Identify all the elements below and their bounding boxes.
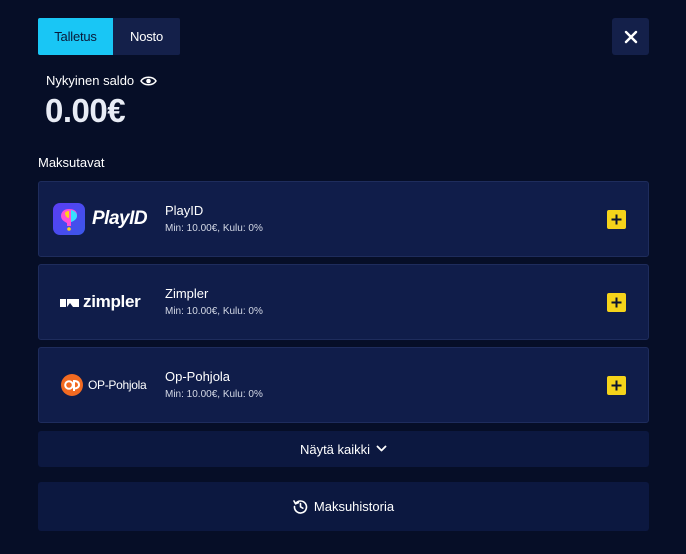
chevron-down-icon (376, 445, 387, 452)
tab-talletus[interactable]: Talletus (38, 18, 113, 55)
balance-label: Nykyinen saldo (46, 73, 135, 88)
op-logo-text: OP-Pohjola (88, 378, 147, 392)
payment-method-name: Zimpler (165, 286, 209, 301)
payment-history-button[interactable]: Maksuhistoria (38, 482, 649, 531)
close-button[interactable] (612, 18, 649, 55)
plus-icon (611, 380, 622, 391)
tab-bar: Talletus Nosto (38, 18, 180, 55)
plus-icon (611, 297, 622, 308)
balance-label-row: Nykyinen saldo (46, 73, 158, 88)
add-playid-button[interactable] (607, 210, 626, 229)
tab-nosto[interactable]: Nosto (113, 18, 180, 55)
balance-amount: 0.00€ (45, 92, 126, 129)
zimpler-logo-text: zimpler (83, 292, 141, 311)
section-title: Maksutavat (38, 155, 105, 170)
close-icon (624, 30, 637, 43)
history-label: Maksuhistoria (313, 499, 395, 514)
payment-method-op-pohjola[interactable]: OP-Pohjola Op-Pohjola Min: 10.00€, Kulu:… (38, 347, 649, 423)
show-all-label: Näytä kaikki (299, 441, 371, 457)
history-icon (293, 500, 308, 514)
op-logo: OP-Pohjola (61, 348, 147, 422)
payment-method-zimpler[interactable]: zimpler Zimpler Min: 10.00€, Kulu: 0% (38, 264, 649, 340)
payment-method-info: Min: 10.00€, Kulu: 0% (165, 223, 263, 234)
payment-method-info: Min: 10.00€, Kulu: 0% (165, 306, 263, 317)
payment-method-name: Op-Pohjola (165, 369, 231, 384)
payment-method-playid[interactable]: PlayID PlayID Min: 10.00€, Kulu: 0% (38, 181, 649, 257)
eye-icon[interactable] (140, 75, 158, 87)
add-op-pohjola-button[interactable] (607, 376, 626, 395)
op-logo-icon (61, 374, 83, 396)
zimpler-logo-icon (60, 299, 79, 307)
playid-logo: PlayID (53, 182, 148, 256)
payment-method-name: PlayID (165, 203, 204, 218)
playid-logo-icon (53, 203, 85, 235)
playid-logo-text: PlayID (92, 208, 148, 229)
plus-icon (611, 214, 622, 225)
payment-method-info: Min: 10.00€, Kulu: 0% (165, 389, 263, 400)
zimpler-logo: zimpler (60, 265, 141, 339)
show-all-button[interactable]: Näytä kaikki (38, 431, 649, 467)
add-zimpler-button[interactable] (607, 293, 626, 312)
